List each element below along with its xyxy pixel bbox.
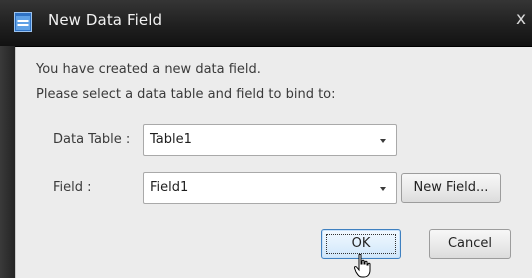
field-label: Field :	[53, 180, 92, 195]
dialog-body: You have created a new data field. Pleas…	[15, 47, 532, 278]
window-frame-left	[0, 46, 15, 278]
chevron-down-icon	[380, 187, 386, 191]
data-table-dropdown[interactable]: Table1	[143, 124, 397, 156]
new-data-field-dialog: New Data Field x You have created a new …	[0, 0, 532, 278]
message-line-1: You have created a new data field.	[36, 62, 261, 77]
form-window-icon	[14, 12, 32, 32]
data-table-value: Table1	[150, 132, 192, 147]
field-dropdown[interactable]: Field1	[143, 172, 397, 204]
dialog-title: New Data Field	[48, 11, 163, 29]
field-value: Field1	[150, 180, 189, 195]
close-button[interactable]: x	[516, 9, 526, 29]
cancel-button[interactable]: Cancel	[429, 229, 511, 259]
data-table-label: Data Table :	[53, 132, 131, 147]
chevron-down-icon	[380, 139, 386, 143]
new-field-button[interactable]: New Field...	[401, 173, 501, 203]
title-bar[interactable]: New Data Field x	[0, 0, 532, 47]
hand-pointer-icon	[354, 254, 371, 278]
message-line-2: Please select a data table and field to …	[36, 87, 336, 102]
focus-rectangle	[326, 234, 396, 254]
